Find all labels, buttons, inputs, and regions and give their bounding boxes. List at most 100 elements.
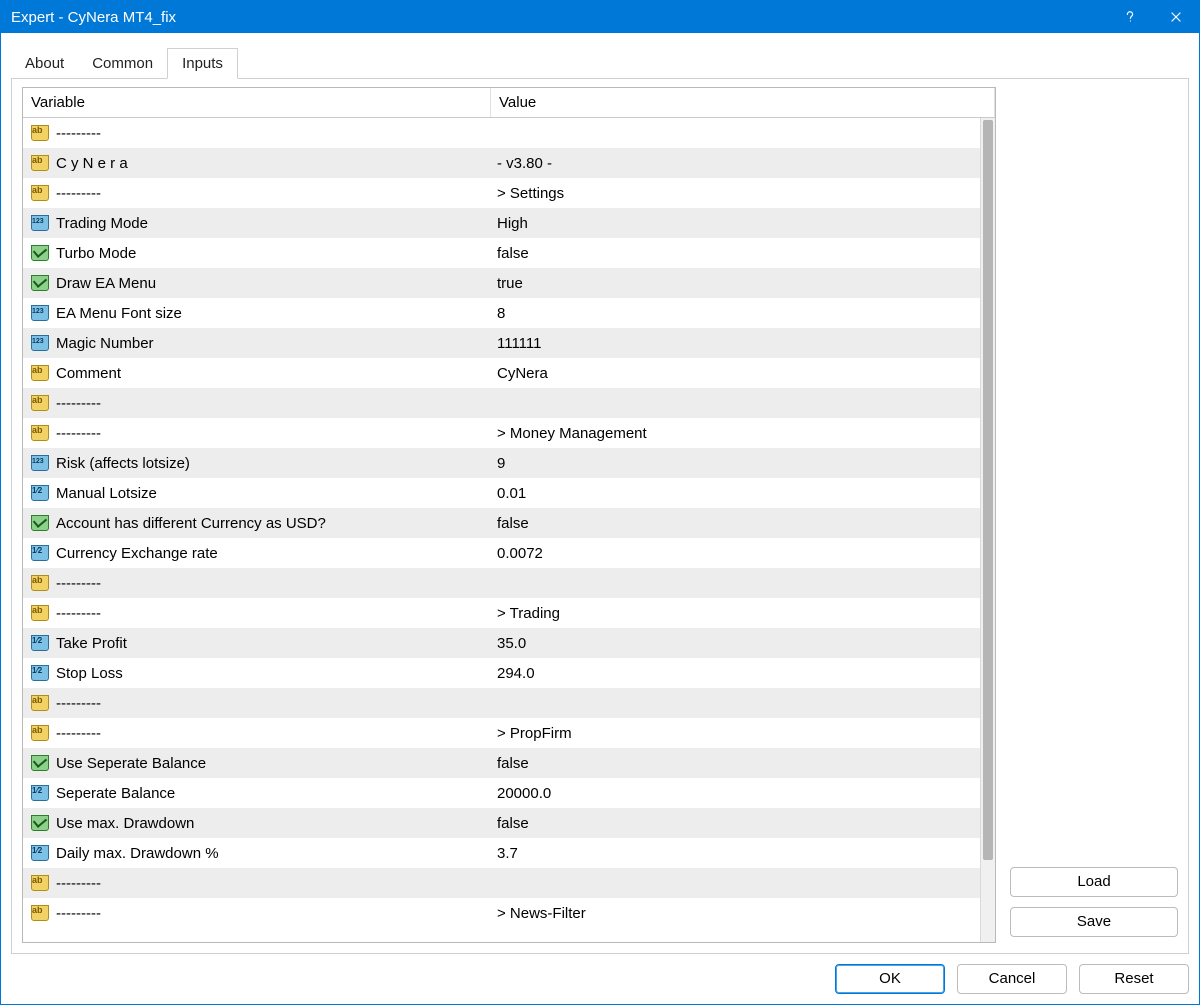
value-cell[interactable]: > Trading <box>491 605 980 622</box>
table-row[interactable]: EA Menu Font size8 <box>23 298 980 328</box>
variable-name: Use max. Drawdown <box>56 815 194 832</box>
variable-name: Trading Mode <box>56 215 148 232</box>
variable-cell: Use Seperate Balance <box>23 753 491 773</box>
string-type-icon <box>29 903 51 923</box>
table-row[interactable]: Trading Mode High <box>23 208 980 238</box>
tab-inputs[interactable]: Inputs <box>167 48 238 79</box>
variable-name: --------- <box>56 425 101 442</box>
variable-name: Magic Number <box>56 335 154 352</box>
variable-cell: --------- <box>23 393 491 413</box>
dialog-window: Expert - CyNera MT4_fix About Common Inp… <box>0 0 1200 1005</box>
value-cell[interactable]: - v3.80 - <box>491 155 980 172</box>
load-button[interactable]: Load <box>1010 867 1178 897</box>
table-row[interactable]: Use Seperate Balancefalse <box>23 748 980 778</box>
integer-type-icon <box>29 333 51 353</box>
value-cell[interactable]: High <box>491 215 980 232</box>
value-cell[interactable]: 0.0072 <box>491 545 980 562</box>
table-row[interactable]: Turbo Modefalse <box>23 238 980 268</box>
value-cell[interactable]: 35.0 <box>491 635 980 652</box>
close-button[interactable] <box>1153 1 1199 33</box>
value-cell[interactable]: > News-Filter <box>491 905 980 922</box>
table-row[interactable]: Take Profit35.0 <box>23 628 980 658</box>
variable-cell: --------- <box>23 573 491 593</box>
tab-common[interactable]: Common <box>78 49 167 78</box>
double-type-icon <box>29 633 51 653</box>
variable-cell: Trading Mode <box>23 213 491 233</box>
table-row[interactable]: --------- <box>23 118 980 148</box>
table-row[interactable]: --------- > Settings <box>23 178 980 208</box>
table-row[interactable]: C y N e r a- v3.80 - <box>23 148 980 178</box>
variable-cell: Stop Loss <box>23 663 491 683</box>
value-cell[interactable]: CyNera <box>491 365 980 382</box>
variable-cell: Magic Number <box>23 333 491 353</box>
table-row[interactable]: Seperate Balance 20000.0 <box>23 778 980 808</box>
table-row[interactable]: --------- > Trading <box>23 598 980 628</box>
value-cell[interactable]: 8 <box>491 305 980 322</box>
variable-cell: --------- <box>23 873 491 893</box>
value-cell[interactable]: > Settings <box>491 185 980 202</box>
value-cell[interactable]: 20000.0 <box>491 785 980 802</box>
variable-name: Daily max. Drawdown % <box>56 845 219 862</box>
save-button[interactable]: Save <box>1010 907 1178 937</box>
value-cell[interactable]: false <box>491 755 980 772</box>
table-rows: --------- C y N e r a- v3.80 - ---------… <box>23 118 995 942</box>
header-value[interactable]: Value <box>491 88 995 117</box>
value-cell[interactable]: false <box>491 815 980 832</box>
variable-name: Comment <box>56 365 121 382</box>
value-cell[interactable]: > PropFirm <box>491 725 980 742</box>
close-icon <box>1169 10 1183 24</box>
value-cell[interactable]: 0.01 <box>491 485 980 502</box>
variable-cell: --------- <box>23 723 491 743</box>
string-type-icon <box>29 123 51 143</box>
table-row[interactable]: Draw EA Menu true <box>23 268 980 298</box>
side-buttons: Load Save <box>1010 87 1178 943</box>
cancel-button[interactable]: Cancel <box>957 964 1067 994</box>
ok-button[interactable]: OK <box>835 964 945 994</box>
string-type-icon <box>29 393 51 413</box>
table-row[interactable]: Account has different Currency as USD?fa… <box>23 508 980 538</box>
table-row[interactable]: Stop Loss294.0 <box>23 658 980 688</box>
value-cell[interactable]: > Money Management <box>491 425 980 442</box>
table-row[interactable]: --------- <box>23 388 980 418</box>
variable-name: --------- <box>56 185 101 202</box>
scrollbar-thumb[interactable] <box>983 120 993 860</box>
table-row[interactable]: Magic Number 111111 <box>23 328 980 358</box>
table-row[interactable]: Comment CyNera <box>23 358 980 388</box>
value-cell[interactable]: 3.7 <box>491 845 980 862</box>
variable-cell: C y N e r a <box>23 153 491 173</box>
variable-cell: Use max. Drawdown <box>23 813 491 833</box>
string-type-icon <box>29 363 51 383</box>
variable-cell: --------- <box>23 123 491 143</box>
table-row[interactable]: --------- > Money Management <box>23 418 980 448</box>
variable-cell: Manual Lotsize <box>23 483 491 503</box>
value-cell[interactable]: 111111 <box>491 335 980 352</box>
variable-name: Manual Lotsize <box>56 485 157 502</box>
tab-about[interactable]: About <box>11 49 78 78</box>
value-cell[interactable]: false <box>491 515 980 532</box>
reset-button[interactable]: Reset <box>1079 964 1189 994</box>
table-row[interactable]: Daily max. Drawdown % 3.7 <box>23 838 980 868</box>
table-row[interactable]: Manual Lotsize 0.01 <box>23 478 980 508</box>
table-row[interactable]: Currency Exchange rate0.0072 <box>23 538 980 568</box>
value-cell[interactable]: false <box>491 245 980 262</box>
table-row[interactable]: --------- <box>23 688 980 718</box>
value-cell[interactable]: true <box>491 275 980 292</box>
table-row[interactable]: --------- <box>23 568 980 598</box>
table-row[interactable]: Risk (affects lotsize)9 <box>23 448 980 478</box>
table-row[interactable]: --------- <box>23 868 980 898</box>
table-row[interactable]: Use max. Drawdown false <box>23 808 980 838</box>
value-cell[interactable]: 294.0 <box>491 665 980 682</box>
footer-buttons: OK Cancel Reset <box>11 954 1189 994</box>
string-type-icon <box>29 873 51 893</box>
variable-name: Draw EA Menu <box>56 275 156 292</box>
table-row[interactable]: --------- > PropFirm <box>23 718 980 748</box>
double-type-icon <box>29 663 51 683</box>
boolean-type-icon <box>29 753 51 773</box>
table-row[interactable]: --------- > News-Filter <box>23 898 980 928</box>
variable-name: --------- <box>56 905 101 922</box>
header-variable[interactable]: Variable <box>23 88 491 117</box>
vertical-scrollbar[interactable] <box>980 118 995 942</box>
variable-name: Seperate Balance <box>56 785 175 802</box>
help-button[interactable] <box>1107 1 1153 33</box>
value-cell[interactable]: 9 <box>491 455 980 472</box>
